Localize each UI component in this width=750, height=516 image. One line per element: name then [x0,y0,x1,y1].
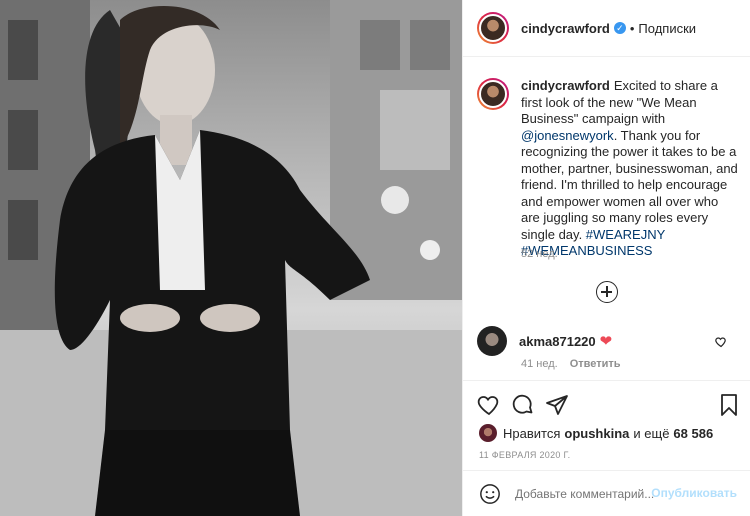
add-comment-bar: Опубликовать [463,470,750,516]
comment-heart-emoji: ❤ [599,333,613,350]
post-header: cindycrawford ✓ • Подписки [463,0,750,57]
commenter-avatar[interactable] [477,326,507,356]
verified-badge-icon: ✓ [613,22,626,34]
comment-item: akma871220 ❤ [477,326,739,356]
post-action-bar [463,380,750,428]
comment-bubble-icon[interactable] [511,393,535,417]
liker-avatar[interactable] [479,424,497,442]
separator-dot: • [629,20,635,36]
comment-timestamp[interactable]: 41 нед. [521,358,558,370]
publish-button[interactable]: Опубликовать [651,486,737,500]
comment-like-heart-icon[interactable] [715,336,727,348]
caption-mention-link[interactable]: @jonesnewyork [521,128,614,143]
post-caption: cindycrawford Excited to share a first lo… [477,78,739,260]
photo-illustration [0,0,462,516]
emoji-smile-icon[interactable] [479,483,501,505]
likes-summary: Нравится opushkina и ещё 68 586 [479,424,717,442]
like-heart-icon[interactable] [477,393,501,417]
commenter-username[interactable]: akma871220 [519,334,596,349]
comment-input[interactable] [515,486,655,501]
comment-meta: 41 нед. Ответить [521,358,621,370]
likes-prefix: Нравится [503,425,561,441]
likes-conjunction: и ещё [633,425,670,441]
author-avatar[interactable] [477,12,509,44]
follow-status-button[interactable]: Подписки [638,21,696,36]
caption-text: cindycrawford Excited to share a first lo… [521,78,739,260]
liker-username[interactable]: opushkina [564,426,629,441]
post-photo[interactable] [0,0,462,516]
likes-count-link[interactable]: 68 586 [673,426,713,441]
author-username[interactable]: cindycrawford [521,21,610,36]
comment-reply-button[interactable]: Ответить [570,358,621,370]
share-paper-plane-icon[interactable] [545,393,569,417]
caption-username[interactable]: cindycrawford [521,78,610,93]
caption-text-part-2: . Thank you for recognizing the power it… [521,127,738,242]
post-date[interactable]: 11 ФЕВРАЛЯ 2020 Г. [479,450,570,460]
caption-timestamp[interactable]: 52 нед. [521,248,558,260]
save-bookmark-icon[interactable] [717,393,741,417]
post-side-panel: cindycrawford ✓ • Подписки cindycrawford… [462,0,750,516]
load-more-comments-icon[interactable] [596,281,618,303]
caption-author-avatar[interactable] [477,78,509,110]
